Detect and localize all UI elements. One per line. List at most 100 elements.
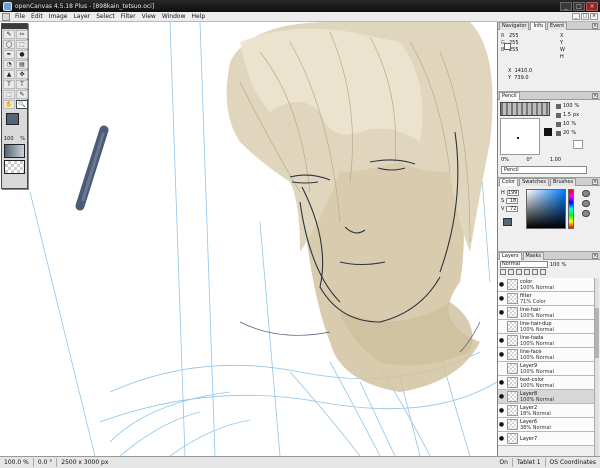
menu-edit[interactable]: Edit [28,12,46,22]
hand-tool-icon[interactable]: ✋ [3,100,15,109]
hue-input[interactable]: 199 [506,190,519,196]
navigator-close-icon[interactable]: × [592,22,598,29]
pencil-tool-icon[interactable]: ✎ [3,30,15,39]
eye-icon[interactable]: ● [498,435,505,442]
eye-icon[interactable]: ● [498,309,505,316]
tab-brushes[interactable]: Brushes [549,177,577,186]
saturation-input[interactable]: 18 [506,198,519,204]
hue-slider[interactable] [568,189,574,229]
layer-row[interactable]: ● line-hada 100% Normal [498,334,594,348]
brush-color-swatch[interactable] [544,128,552,136]
pen-tool-icon[interactable]: ✒ [3,50,15,59]
layers-close-icon[interactable]: × [592,252,598,259]
zoom-tool-icon[interactable]: 🔍 [16,100,28,109]
eye-icon[interactable]: ● [498,351,505,358]
select-tool-icon[interactable]: ⬚ [16,40,28,49]
menu-help[interactable]: Help [189,12,209,22]
param-blend-value[interactable]: 20 [563,129,569,138]
lock-icon[interactable] [532,269,538,275]
tab-info[interactable]: Info [530,21,546,30]
eye-icon[interactable]: ● [498,337,505,344]
shape-tool-icon[interactable]: ▲ [3,70,15,79]
eye-icon[interactable]: ● [498,281,505,288]
info-color-checkbox[interactable] [504,43,511,50]
transparent-swatch[interactable] [4,160,25,174]
color-picker-icon[interactable] [582,210,590,217]
fill-tool-icon[interactable]: ▤ [16,60,28,69]
tab-event[interactable]: Event [546,21,568,30]
ellipse-tool-icon[interactable]: ◯ [3,40,15,49]
brush-name-field[interactable]: Pencil [501,166,587,174]
maximize-button[interactable]: □ [573,1,585,11]
pencil-close-icon[interactable]: × [592,92,598,99]
minimize-button[interactable]: _ [560,1,572,11]
brush-presets[interactable] [500,102,550,116]
eye-icon[interactable]: ● [498,379,505,386]
layer-row[interactable]: ● Layer6 38% Normal [498,418,594,432]
foreground-color[interactable] [6,113,19,125]
layer-row[interactable]: ● color 100% Normal [498,278,594,292]
drawing-canvas[interactable] [0,22,497,456]
color-selector[interactable] [3,112,26,134]
layer-row-selected[interactable]: ● Layer8 100% Normal [498,390,594,404]
layer-opacity-value[interactable]: 100 [550,262,560,268]
tab-navigator[interactable]: Navigator [499,21,530,30]
current-color-swatch[interactable] [503,218,512,226]
param-opacity-value[interactable]: 100 [563,102,573,111]
layer-row[interactable]: ● filter 71% Color [498,292,594,306]
color-wheel-icon[interactable] [582,190,590,197]
layer-row[interactable]: ● line-face 100% Normal [498,348,594,362]
value-input[interactable]: 72 [506,206,519,212]
vertical-text-tool-icon[interactable]: T [16,80,28,89]
layer-scrollbar[interactable] [594,278,599,462]
color-swatch-gradient[interactable] [4,144,25,158]
doc-close-button[interactable]: × [590,13,598,20]
menu-image[interactable]: Image [46,12,71,22]
saturation-value-picker[interactable] [526,189,566,229]
layer-row[interactable]: ● line-hair 100% Normal [498,306,594,320]
menu-filter[interactable]: Filter [118,12,139,22]
new-layer-icon[interactable] [500,269,506,275]
blur-tool-icon[interactable]: ◔ [3,60,15,69]
menu-window[interactable]: Window [159,12,189,22]
duplicate-layer-icon[interactable] [516,269,522,275]
merge-layer-icon[interactable] [524,269,530,275]
tab-swatches[interactable]: Swatches [519,177,549,186]
text-tool-icon[interactable]: T [3,80,15,89]
blend-mode-select[interactable]: Normal [500,261,548,268]
brush-secondary-swatch[interactable] [573,140,583,149]
menu-view[interactable]: View [139,12,159,22]
param-size-value[interactable]: 1.5 [563,111,571,120]
tab-layers[interactable]: Layers [499,251,522,260]
param-density-value[interactable]: 10 [563,120,569,129]
tab-color[interactable]: Color [499,177,519,186]
doc-restore-button[interactable]: □ [581,13,589,20]
menu-select[interactable]: Select [93,12,118,22]
color-close-icon[interactable]: × [592,178,598,185]
menu-layer[interactable]: Layer [70,12,93,22]
color-circle-icon[interactable] [582,200,590,207]
document-icon[interactable] [2,12,10,21]
menu-file[interactable]: File [12,12,28,22]
tab-masks[interactable]: Masks [522,251,545,260]
cut-tool-icon[interactable]: ✂ [16,30,28,39]
layer-row[interactable]: line-hair-dup 100% Normal [498,320,594,334]
eyedropper-tool-icon[interactable]: ✎ [16,90,28,99]
doc-minimize-button[interactable]: _ [572,13,580,20]
move-tool-icon[interactable]: ✥ [16,70,28,79]
tab-pencil[interactable]: Pencil [499,91,520,100]
layer-row[interactable]: ● Layer7 [498,432,594,446]
eye-icon[interactable]: ● [498,407,505,414]
layer-scrollbar-thumb[interactable] [595,308,599,358]
eye-icon[interactable]: ● [498,393,505,400]
delete-layer-icon[interactable] [540,269,546,275]
crop-tool-icon[interactable]: ⬚ [3,90,15,99]
brush-tool-icon[interactable]: ● [16,50,28,59]
layer-row[interactable]: ● text-color 100% Normal [498,376,594,390]
layer-row[interactable]: Layer9 100% Normal [498,362,594,376]
close-button[interactable]: × [586,1,598,11]
new-folder-icon[interactable] [508,269,514,275]
eye-icon[interactable]: ● [498,295,505,302]
eye-icon[interactable]: ● [498,421,505,428]
layer-row[interactable]: ● Layer2 18% Normal [498,404,594,418]
